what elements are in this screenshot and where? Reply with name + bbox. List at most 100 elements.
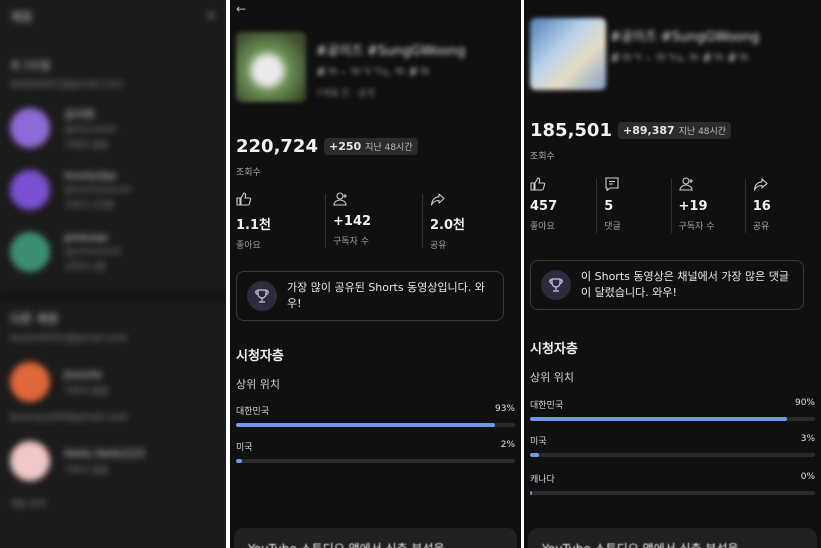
stat-comments[interactable]: 5 댓글 (596, 177, 672, 233)
stat-subscribers[interactable]: +19 구독자 수 (670, 177, 747, 233)
geo-bar-track (530, 453, 815, 457)
video-title-line2: #ㄲㄱ - ㄲㄱㄴㄲ #ㄲ #ㄲ (610, 51, 749, 65)
geo-country: 대한민국 (236, 407, 270, 417)
studio-promo-text: YouTube 스튜디오 앱에서 심층 분석을 (248, 540, 503, 548)
geo-percent: 93% (494, 404, 515, 414)
account-handle: @jihyunkim (64, 124, 117, 135)
video-title: #공이즈 #SungGWoong (610, 30, 760, 45)
stat-label: 좋아요 (236, 241, 261, 251)
stat-shares[interactable]: 16 공유 (744, 177, 821, 233)
insight-card[interactable]: 가장 많이 공유된 Shorts 동영상입니다. 와우! (236, 271, 504, 321)
video-meta: 7개월 전 · 공개 (316, 89, 375, 99)
account-item[interactable]: pinkstar @pinkstar22 구독자 3명 (10, 228, 216, 276)
account-name: pinkstar (64, 231, 109, 244)
geo-bar-fill (236, 423, 496, 427)
account-item[interactable]: lovelyday @lovelydaysch 구독자 1천명 (10, 166, 216, 214)
comment-icon (605, 177, 619, 191)
geo-bar-fill (530, 417, 787, 421)
account-name: Hello Hello123 (64, 446, 145, 460)
top-locations-title: 상위 위치 (236, 378, 280, 391)
video-thumbnail[interactable] (236, 32, 306, 102)
share-icon (430, 193, 445, 206)
stat-value: 16 (752, 199, 771, 214)
stat-value: +142 (333, 214, 372, 229)
geo-bar-track (530, 491, 815, 495)
geo-row: 미국 3% (530, 434, 815, 460)
account-item[interactable]: Hello Hello123 구독자 없음 (10, 437, 216, 485)
geo-country: 미국 (236, 443, 253, 453)
account-item[interactable]: Joozzle 구독자 없음 (10, 358, 216, 406)
geo-percent: 90% (794, 398, 815, 408)
thumbs-up-icon (236, 192, 252, 206)
back-arrow-icon[interactable]: ← (236, 2, 246, 16)
audience-title: 시청자층 (236, 349, 284, 364)
stat-value: +19 (678, 199, 708, 214)
geo-bar-track (236, 459, 515, 463)
video-thumbnail[interactable] (530, 18, 606, 90)
geo-row: 대한민국 90% (530, 398, 815, 424)
top-locations-title: 상위 위치 (530, 371, 574, 384)
geo-bar-fill (530, 453, 539, 457)
video-header: ← #공이즈 #SungGWoong #ㄲ - ㄲㄱㄱㄴㄲ #ㄲ 7개월 전 ·… (230, 0, 521, 120)
studio-promo-card[interactable]: YouTube 스튜디오 앱에서 심층 분석을 (528, 528, 817, 548)
insight-card[interactable]: 이 Shorts 동영상은 채널에서 가장 많은 댓글이 달렸습니다. 와우! (530, 260, 804, 310)
views-delta: +89,387 (622, 124, 675, 137)
geo-country: 캐나다 (530, 475, 555, 485)
views-delta-badge: +250 지난 48시간 (323, 138, 418, 155)
studio-promo-card[interactable]: YouTube 스튜디오 앱에서 심층 분석을 (234, 528, 517, 548)
views-label: 조회수 (236, 168, 261, 178)
shorts-analytics-panel-2: #공이즈 #SungGWoong #ㄲㄱ - ㄲㄱㄴㄲ #ㄲ #ㄲ 185,50… (524, 0, 821, 548)
account-subscribers: 구독자 없음 (64, 140, 109, 151)
views-label: 조회수 (530, 152, 555, 162)
stat-label: 댓글 (604, 222, 621, 232)
stat-shares[interactable]: 2.0천 공유 (422, 192, 521, 251)
stat-value: 457 (530, 199, 558, 214)
avatar (10, 170, 50, 210)
account-email: bbbbbb01@gmail.com (10, 79, 124, 90)
geo-bar-fill (530, 491, 532, 495)
divider (0, 294, 226, 300)
account-email: heyhello01@gmail.com (10, 333, 128, 344)
account-subscribers: 구독자 없음 (64, 386, 109, 397)
close-icon[interactable]: × (206, 8, 216, 25)
account-handle: @pinkstar22 (64, 247, 122, 257)
insight-text: 가장 많이 공유된 Shorts 동영상입니다. 와우! (287, 281, 485, 310)
stat-value: 2.0천 (430, 218, 465, 233)
avatar (10, 108, 50, 148)
avatar (10, 441, 50, 481)
account-name: lovelyday (64, 169, 117, 182)
stat-label: 공유 (430, 241, 447, 251)
account-email: bunnyyy00@gmail.com (10, 412, 129, 423)
stat-label: 공유 (752, 222, 770, 232)
share-icon (753, 178, 768, 191)
delta-period: 지난 48시간 (365, 143, 413, 153)
account-subscribers: 구독자 1천명 (64, 201, 114, 211)
insight-text: 이 Shorts 동영상은 채널에서 가장 많은 댓글이 달렸습니다. 와우! (581, 270, 790, 299)
video-title-line2: #ㄲ - ㄲㄱㄱㄴㄲ #ㄲ (316, 65, 430, 79)
views-summary: 185,501 +89,387 지난 48시간 (530, 120, 732, 141)
stat-likes[interactable]: 1.1천 좋아요 (230, 192, 327, 251)
subscriber-add-icon (333, 192, 347, 206)
account-switcher-panel: 계정 × 로그인됨 bbbbbb01@gmail.com 김지현 @jihyun… (0, 0, 226, 548)
stat-label: 좋아요 (530, 222, 555, 232)
account-name: Joozzle (64, 367, 103, 381)
account-handle: @lovelydaysch (64, 185, 132, 195)
delta-period: 지난 48시간 (678, 127, 727, 137)
subscriber-add-icon (678, 177, 693, 191)
account-panel-header: 계정 × (10, 8, 216, 25)
stat-likes[interactable]: 457 좋아요 (524, 177, 598, 232)
geo-country: 미국 (530, 437, 547, 447)
stat-value: 1.1천 (236, 218, 271, 233)
stat-label: 구독자 수 (678, 222, 715, 232)
trophy-icon (541, 270, 571, 300)
views-delta-badge: +89,387 지난 48시간 (617, 122, 732, 139)
avatar (10, 232, 50, 272)
geo-bar-fill (236, 459, 242, 463)
thumbs-up-icon (530, 177, 546, 191)
account-item[interactable]: 김지현 @jihyunkim 구독자 없음 (10, 104, 216, 152)
manage-accounts-link[interactable]: 계정 관리 (10, 497, 216, 510)
geo-bar-track (530, 417, 815, 421)
views-delta: +250 (328, 140, 362, 153)
account-panel-title: 계정 (10, 10, 33, 24)
stat-subscribers[interactable]: +142 구독자 수 (325, 192, 424, 251)
